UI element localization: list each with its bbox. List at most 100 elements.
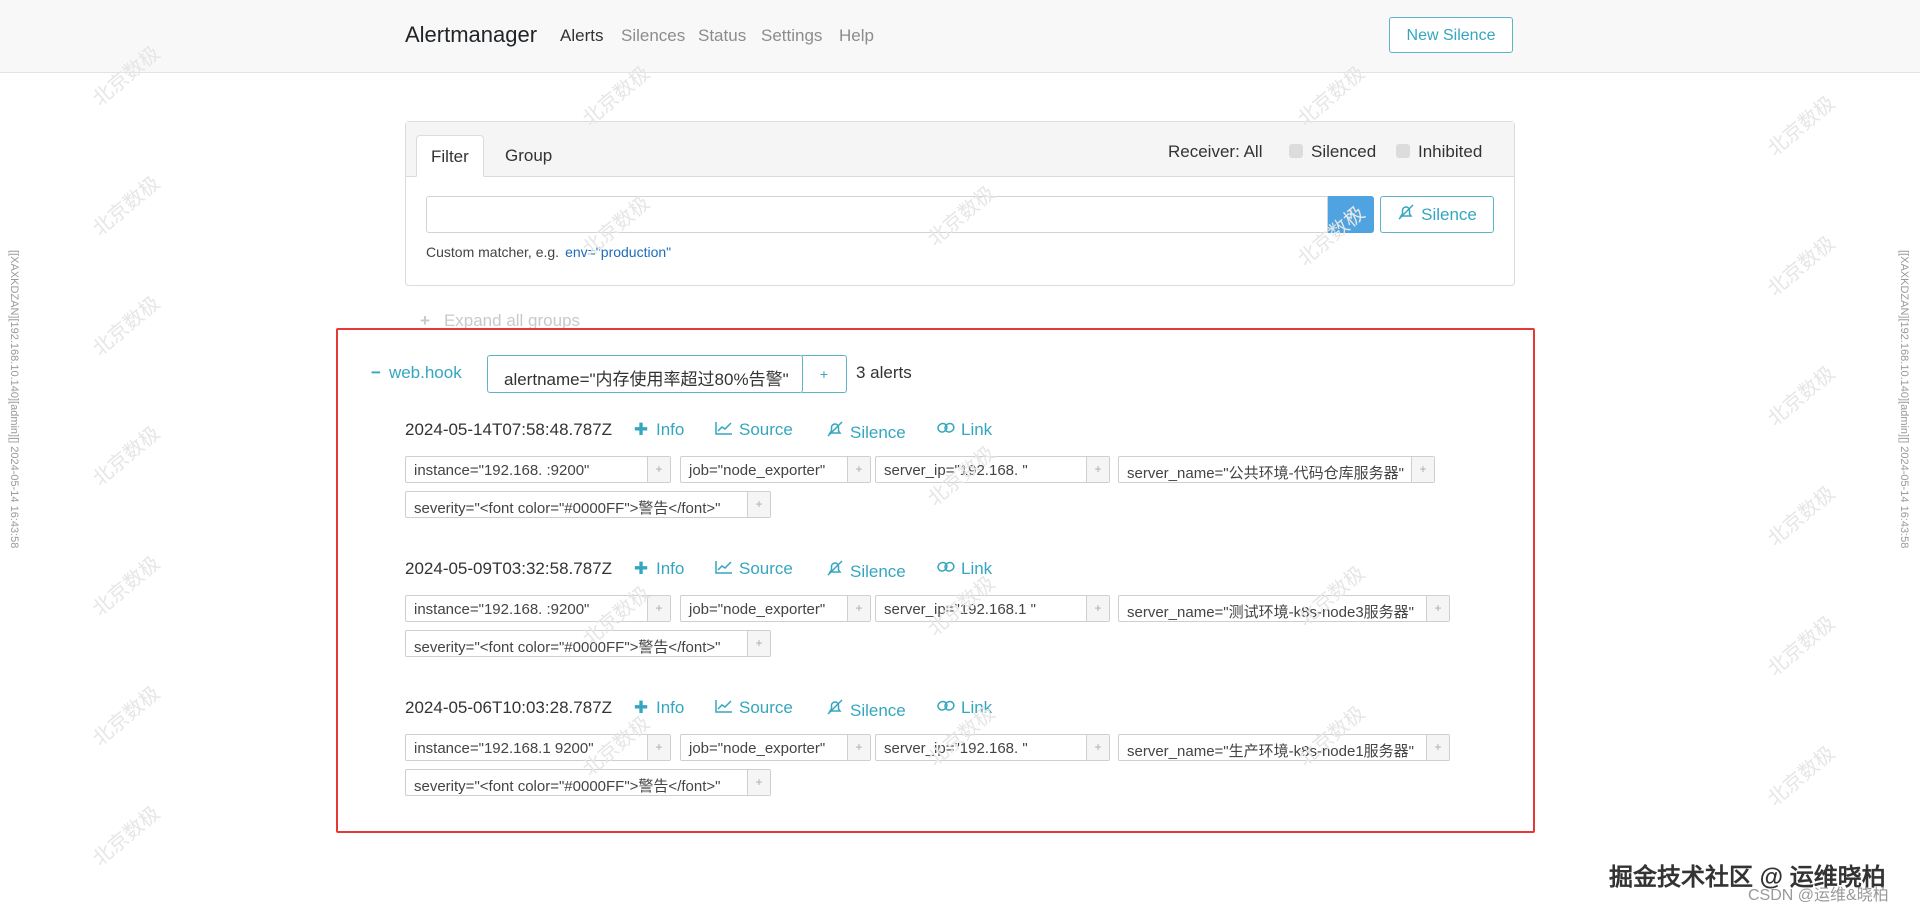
- label-job[interactable]: job="node_exporter" +: [680, 456, 871, 483]
- label-severity[interactable]: severity="<font color="#0000FF">警告</font…: [405, 491, 771, 518]
- source-button[interactable]: Source: [715, 698, 793, 718]
- label-server-name[interactable]: server_name="公共环境-代码仓库服务器" +: [1118, 456, 1435, 483]
- label-add-button[interactable]: +: [847, 596, 870, 621]
- label-add-button[interactable]: +: [747, 770, 770, 795]
- label-job[interactable]: job="node_exporter" +: [680, 734, 871, 761]
- silence-button[interactable]: Silence: [826, 420, 906, 443]
- watermark: 北京数极: [1763, 232, 1840, 301]
- alert-timestamp: 2024-05-14T07:58:48.787Z: [405, 420, 612, 439]
- label-text: job="node_exporter": [689, 462, 826, 479]
- matcher-input[interactable]: [426, 196, 1328, 233]
- label-server-ip[interactable]: server_ip="192.168. " +: [875, 734, 1110, 761]
- inhibited-label[interactable]: Inhibited: [1418, 142, 1482, 162]
- label-server-name[interactable]: server_name="生产环境-k8s-node1服务器" +: [1118, 734, 1450, 761]
- tab-group[interactable]: Group: [491, 135, 566, 176]
- side-watermark-right: [[XAXKDZAN][192.168.10.140][admin][] 202…: [1898, 250, 1910, 549]
- nav-help[interactable]: Help: [839, 26, 874, 46]
- nav-silences[interactable]: Silences: [621, 26, 685, 46]
- watermark: 北京数极: [1763, 482, 1840, 551]
- minus-icon: −: [371, 363, 381, 382]
- filter-card-header: Filter Group Receiver: All Silenced Inhi…: [406, 122, 1514, 177]
- label-text: job="node_exporter": [689, 601, 826, 618]
- group-collapse-toggle[interactable]: − web.hook: [371, 363, 462, 383]
- plus-icon: ✚: [633, 559, 649, 578]
- label-add-button[interactable]: +: [847, 457, 870, 482]
- nav-settings[interactable]: Settings: [761, 26, 822, 46]
- label-add-button[interactable]: +: [647, 457, 670, 482]
- info-button[interactable]: ✚ Info: [632, 559, 684, 579]
- nav-status[interactable]: Status: [698, 26, 746, 46]
- chart-line-icon: [715, 698, 733, 718]
- label-add-button[interactable]: +: [1411, 457, 1434, 482]
- alert-timestamp: 2024-05-06T10:03:28.787Z: [405, 698, 612, 717]
- label-instance[interactable]: instance="192.168. :9200" +: [405, 456, 671, 483]
- source-button[interactable]: Source: [715, 420, 793, 440]
- new-silence-button[interactable]: New Silence: [1389, 17, 1513, 53]
- watermark: 北京数极: [1763, 92, 1840, 161]
- label-text: job="node_exporter": [689, 740, 826, 757]
- silence-button[interactable]: Silence: [826, 698, 906, 721]
- label-add-button[interactable]: +: [747, 492, 770, 517]
- label-text: severity="<font color="#0000FF">警告</font…: [414, 500, 721, 517]
- label-text: severity="<font color="#0000FF">警告</font…: [414, 778, 721, 795]
- watermark: 北京数极: [1763, 362, 1840, 431]
- silenced-label[interactable]: Silenced: [1311, 142, 1376, 162]
- watermark: 北京数极: [88, 292, 165, 361]
- bell-slash-icon: [826, 420, 844, 443]
- silenced-checkbox[interactable]: [1289, 144, 1303, 158]
- brand-title[interactable]: Alertmanager: [405, 22, 537, 48]
- group-label-text: alertname="内存使用率超过80%告警": [504, 370, 789, 389]
- group-label[interactable]: alertname="内存使用率超过80%告警": [487, 355, 803, 393]
- watermark: 北京数极: [88, 552, 165, 621]
- label-text: severity="<font color="#0000FF">警告</font…: [414, 639, 721, 656]
- label-add-button[interactable]: +: [1086, 735, 1109, 760]
- watermark: 北京数极: [88, 682, 165, 751]
- label-text: instance="192.168. :9200": [414, 462, 590, 479]
- label-job[interactable]: job="node_exporter" +: [680, 595, 871, 622]
- footer-csdn: CSDN @运维&晓柏: [1748, 887, 1889, 904]
- source-label: Source: [739, 559, 793, 578]
- silence-label: Silence: [850, 701, 906, 720]
- label-add-button[interactable]: +: [747, 631, 770, 656]
- label-text: server_name="公共环境-代码仓库服务器": [1127, 465, 1404, 482]
- label-server-ip[interactable]: server_ip="192.168.1 " +: [875, 595, 1110, 622]
- info-label: Info: [656, 559, 685, 578]
- alert-timestamp: 2024-05-09T03:32:58.787Z: [405, 559, 612, 578]
- filter-silence-button[interactable]: Silence: [1380, 196, 1494, 233]
- label-text: instance="192.168. :9200": [414, 601, 590, 618]
- group-label-add-button[interactable]: +: [802, 355, 847, 393]
- label-text: server_name="生产环境-k8s-node1服务器": [1127, 743, 1414, 760]
- navbar: Alertmanager Alerts Silences Status Sett…: [0, 0, 1920, 73]
- bell-slash-icon: [826, 559, 844, 582]
- hint-text: Custom matcher, e.g.: [426, 244, 560, 260]
- watermark: 北京数极: [88, 802, 165, 871]
- receiver-selector[interactable]: Receiver: All: [1168, 142, 1262, 162]
- watermark: 北京数极: [88, 422, 165, 491]
- silence-button[interactable]: Silence: [826, 559, 906, 582]
- label-server-name[interactable]: server_name="测试环境-k8s-node3服务器" +: [1118, 595, 1450, 622]
- source-button[interactable]: Source: [715, 559, 793, 579]
- label-add-button[interactable]: +: [1086, 596, 1109, 621]
- chart-line-icon: [715, 559, 733, 579]
- label-add-button[interactable]: +: [647, 735, 670, 760]
- link-icon: [937, 420, 955, 440]
- label-add-button[interactable]: +: [1086, 457, 1109, 482]
- info-button[interactable]: ✚ Info: [632, 420, 684, 440]
- inhibited-checkbox[interactable]: [1396, 144, 1410, 158]
- matcher-hint: Custom matcher, e.g. env="production": [426, 244, 671, 260]
- bell-slash-icon: [826, 698, 844, 721]
- label-add-button[interactable]: +: [1426, 735, 1449, 760]
- label-text: server_name="测试环境-k8s-node3服务器": [1127, 604, 1414, 621]
- tab-filter[interactable]: Filter: [416, 135, 484, 177]
- filter-silence-label: Silence: [1421, 205, 1477, 224]
- nav-alerts[interactable]: Alerts: [560, 26, 603, 46]
- side-watermark-left: [[XAXKDZAN][192.168.10.140][admin][] 202…: [8, 250, 20, 549]
- link-button[interactable]: Link: [937, 420, 992, 440]
- watermark: 北京数极: [88, 172, 165, 241]
- chart-line-icon: [715, 420, 733, 440]
- watermark: 北京数极: [1763, 742, 1840, 811]
- label-add-button[interactable]: +: [1426, 596, 1449, 621]
- label-add-button[interactable]: +: [847, 735, 870, 760]
- source-label: Source: [739, 420, 793, 439]
- source-label: Source: [739, 698, 793, 717]
